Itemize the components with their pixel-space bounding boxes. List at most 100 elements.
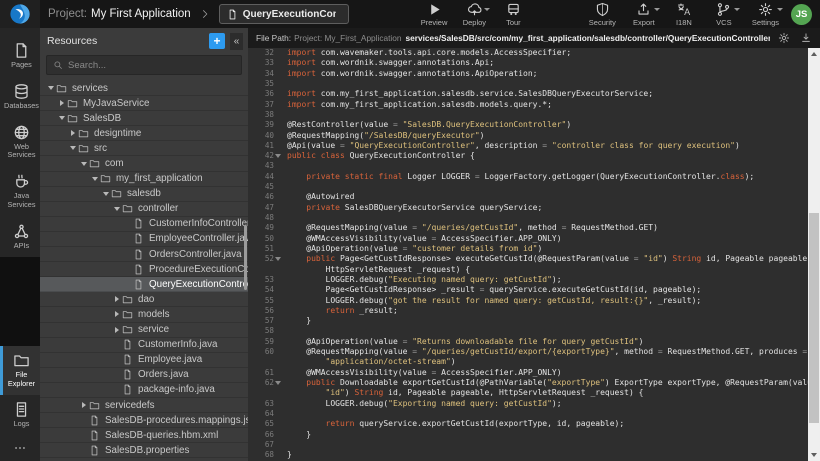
tree-item-salesdb[interactable]: SalesDB [40,111,248,126]
expand-arrow-open-icon[interactable] [114,207,120,211]
tree-item-com[interactable]: com [40,156,248,171]
code-text: } [282,450,808,460]
scrollbar-thumb[interactable] [809,213,819,423]
tree-item-label: MyJavaService [83,98,149,109]
folder-icon [89,158,100,169]
i18n-button[interactable]: AI18N [672,2,696,27]
download-file-icon[interactable] [800,32,812,44]
tree-item-myjavaservice[interactable]: MyJavaService [40,96,248,111]
expand-arrow-closed-icon[interactable] [115,311,119,317]
expand-arrow-slot [90,177,100,181]
expand-arrow-open-icon[interactable] [103,192,109,196]
tree-item-customerinfo-java[interactable]: CustomerInfo.java [40,338,248,353]
action-label: Preview [421,18,448,27]
tree-item-salesdb-queries-hbm-xml[interactable]: SalesDB-queries.hbm.xml [40,428,248,443]
file-settings-gear-icon[interactable] [778,32,790,44]
expand-arrow-open-icon[interactable] [92,177,98,181]
scroll-down-arrow[interactable] [808,449,820,461]
tree-item-designtime[interactable]: designtime [40,126,248,141]
tree-item-service[interactable]: service [40,323,248,338]
open-file-dropdown[interactable]: QueryExecutionCon... [219,4,349,24]
expand-arrow-closed-icon[interactable] [71,130,75,136]
expand-arrow-closed-icon[interactable] [115,296,119,302]
tree-item-dao[interactable]: dao [40,292,248,307]
code-line: 38 [248,110,808,120]
tree-item-src[interactable]: src [40,141,248,156]
tree-item-queryexecutioncontroller-java[interactable]: QueryExecutionController.java [40,277,248,292]
sidebar-item-pages[interactable]: Pages [0,36,40,77]
fold-caret-icon[interactable] [275,381,281,385]
tree-item-services[interactable]: services [40,81,248,96]
more-options-button[interactable] [13,441,27,455]
fold-caret-icon[interactable] [275,257,281,261]
sidebar-item-databases[interactable]: Databases [0,77,40,118]
magnifier-icon [53,60,63,70]
tree-item-customerinfocontroller-java[interactable]: CustomerInfoController.java [40,217,248,232]
line-number: 64 [248,409,274,419]
tree-item-servicedefs[interactable]: servicedefs [40,398,248,413]
tree-item-salesdb-properties[interactable]: SalesDB.properties [40,443,248,458]
tree-item-orders-java[interactable]: Orders.java [40,368,248,383]
file-icon [133,218,144,229]
file-icon [122,369,133,380]
file-path-bar: File Path:Project: My_First_Applications… [248,28,820,48]
settings-button[interactable]: Settings [752,2,779,27]
line-number: 59 [248,337,274,347]
expand-arrow-closed-icon[interactable] [60,100,64,106]
sidebar-item-java-services[interactable]: Java Services [0,167,40,217]
rail-spacer [0,257,40,346]
topbar-actions-left: Preview Deploy Tour [421,2,526,27]
tree-item-procedureexecutioncontroller-java[interactable]: ProcedureExecutionController.java [40,262,248,277]
tree-item-salesdb-procedures-mappings-json[interactable]: SalesDB-procedures.mappings.json [40,413,248,428]
tree-item-employeecontroller-java[interactable]: EmployeeController.java [40,232,248,247]
collapse-panel-button[interactable]: « [230,33,243,50]
vcs-button[interactable]: VCS [712,2,736,27]
expand-arrow-open-icon[interactable] [70,146,76,150]
deploy-button[interactable]: Deploy [462,2,486,27]
line-number: 42 [248,151,274,161]
file-icon [122,354,133,365]
expand-arrow-closed-icon[interactable] [115,327,119,333]
scroll-up-arrow[interactable] [808,48,820,60]
sidebar-item-file-explorer[interactable]: File Explorer [0,346,40,396]
sidebar-item-web-services[interactable]: Web Services [0,118,40,168]
file-icon [89,445,100,456]
expand-arrow-open-icon[interactable] [81,162,87,166]
expand-arrow-slot [112,311,122,317]
avatar[interactable]: JS [791,4,812,25]
tour-button[interactable]: Tour [501,2,525,27]
fold-caret-icon[interactable] [275,154,281,158]
preview-button[interactable]: Preview [421,2,448,27]
export-button[interactable]: Export [632,2,656,27]
search-input[interactable] [68,60,235,71]
code-line: 37import com.my_first_application.salesd… [248,100,808,110]
code-line: 43 [248,161,808,171]
code-editor[interactable]: 32import com.wavemaker.tools.api.core.mo… [248,48,820,461]
security-button[interactable]: Security [589,2,616,27]
sidebar-item-logs[interactable]: Logs [0,395,40,436]
expand-arrow-open-icon[interactable] [59,116,65,120]
tree-item-models[interactable]: models [40,307,248,322]
tree-item-employee-java[interactable]: Employee.java [40,353,248,368]
expand-arrow-closed-icon[interactable] [82,402,86,408]
tree-item-controller[interactable]: controller [40,202,248,217]
expand-arrow-slot [79,162,89,166]
tree-item-orderscontroller-java[interactable]: OrdersController.java [40,247,248,262]
gear-icon [778,32,790,44]
chevron-right-icon [200,9,210,19]
tree-item-salesdb[interactable]: salesdb [40,187,248,202]
wavemaker-logo[interactable] [0,0,40,28]
expand-arrow-open-icon[interactable] [48,86,54,90]
editor-scrollbar[interactable] [808,48,820,461]
sidebar-item-apis[interactable]: APIs [0,217,40,258]
code-line: 52 public Page<GetCustIdResponse> execut… [248,254,808,264]
add-resource-button[interactable]: + [209,33,225,49]
tree-item-my-first-application[interactable]: my_first_application [40,172,248,187]
tree-scrollbar[interactable] [244,225,247,290]
code-line: 63 LOGGER.debug("Exporting named query: … [248,399,808,409]
tree-item-package-info-java[interactable]: package-info.java [40,383,248,398]
project-label: Project: [48,8,87,20]
code-text: LOGGER.debug("Exporting named query: get… [282,399,808,409]
project-name: My First Application [91,8,191,20]
download-icon [800,32,812,44]
